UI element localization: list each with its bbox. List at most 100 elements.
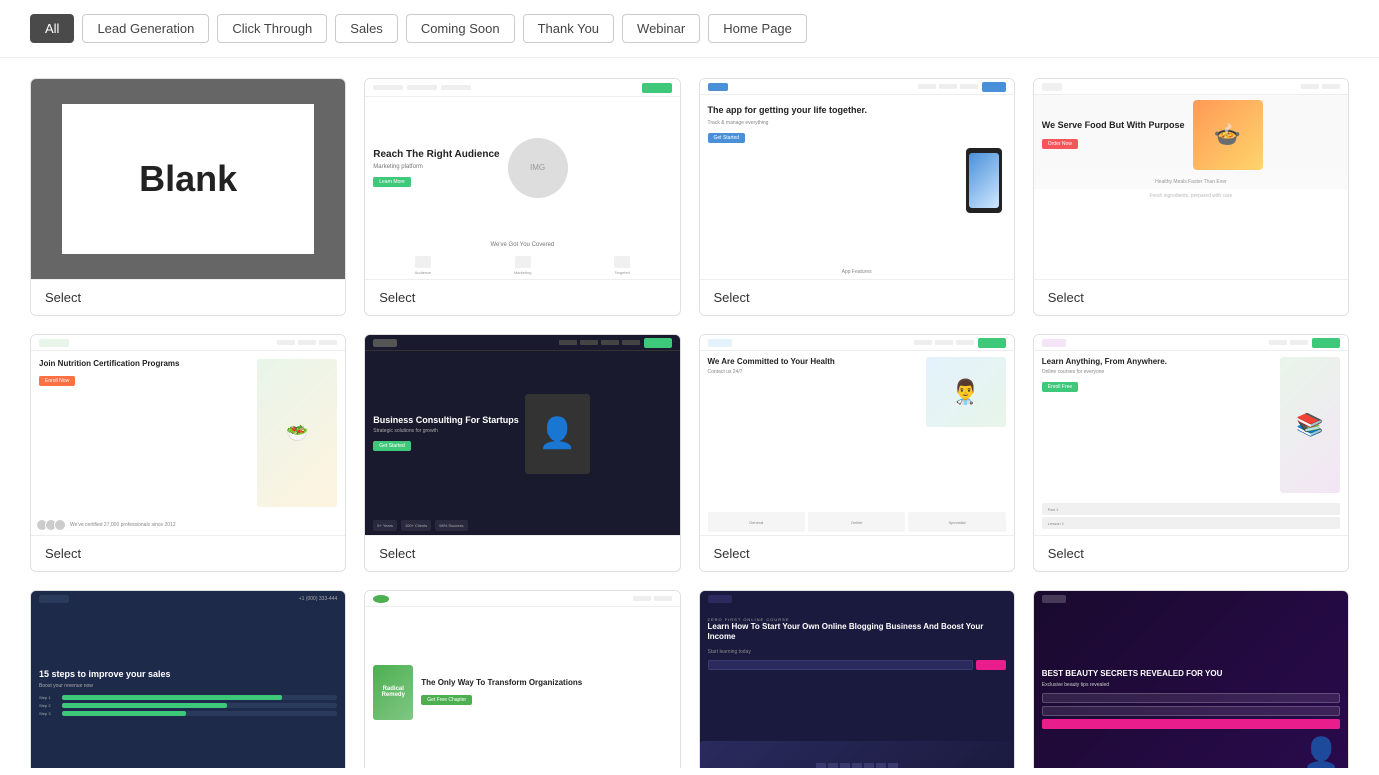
template-preview-5: Business Consulting For Startups Strateg… bbox=[365, 335, 679, 535]
tmpl5-stat2: 100+ Clients bbox=[401, 520, 431, 531]
tmpl10-nav-logo bbox=[708, 595, 732, 603]
tmpl6-sub: Contact us 24/7 bbox=[708, 369, 920, 375]
tmpl4-nav-link3 bbox=[319, 340, 337, 345]
tmpl5-nav-link4 bbox=[622, 340, 640, 345]
tmpl11-nav bbox=[1034, 591, 1348, 607]
template-thumbnail-6: We Are Committed to Your Health Contact … bbox=[700, 335, 1014, 535]
filter-btn-sales[interactable]: Sales bbox=[335, 14, 398, 43]
template-card-reach-audience[interactable]: Reach The Right Audience Marketing platf… bbox=[364, 78, 680, 316]
template-select-2[interactable]: Select bbox=[700, 279, 1014, 315]
template-card-blank[interactable]: Blank Select bbox=[30, 78, 346, 316]
template-card-educ[interactable]: Learn Anything, From Anywhere. Online co… bbox=[1033, 334, 1349, 572]
template-thumbnail-1: Reach The Right Audience Marketing platf… bbox=[365, 79, 679, 279]
tmpl5-heading: Business Consulting For Startups bbox=[373, 415, 519, 427]
template-card-business[interactable]: Business Consulting For Startups Strateg… bbox=[364, 334, 680, 572]
filter-btn-click-through[interactable]: Click Through bbox=[217, 14, 327, 43]
tmpl8-fill2 bbox=[62, 703, 227, 708]
template-card-beauty[interactable]: BEST BEAUTY SECRETS REVEALED FOR YOU Exc… bbox=[1033, 590, 1349, 768]
template-select-5[interactable]: Select bbox=[365, 535, 679, 571]
template-select-1[interactable]: Select bbox=[365, 279, 679, 315]
tmpl2-phone-screen bbox=[969, 153, 999, 208]
tmpl7-sub: Online courses for everyone bbox=[1042, 369, 1274, 375]
tmpl1-icon-2: Marketing bbox=[514, 256, 532, 275]
filter-bar: All Lead Generation Click Through Sales … bbox=[0, 0, 1379, 58]
blank-label: Blank bbox=[139, 158, 237, 200]
tmpl4-avatars bbox=[39, 519, 66, 531]
template-card-app[interactable]: The app for getting your life together. … bbox=[699, 78, 1015, 316]
tmpl2-hero-left: The app for getting your life together. … bbox=[700, 95, 954, 265]
template-select-blank[interactable]: Select bbox=[31, 279, 345, 315]
tmpl7-nav-link2 bbox=[1290, 340, 1308, 345]
tmpl1-nav-cta bbox=[642, 83, 672, 93]
template-card-food[interactable]: We Serve Food But With Purpose Order Now… bbox=[1033, 78, 1349, 316]
template-preview-10: ZERO FIRST ONLINE COURSE Learn How To St… bbox=[700, 591, 1014, 768]
tmpl1-nav bbox=[365, 79, 679, 97]
tmpl3-nav bbox=[1034, 79, 1348, 95]
template-card-radical[interactable]: Radical Remedy The Only Way To Transform… bbox=[364, 590, 680, 768]
tmpl4-nav-logo bbox=[39, 339, 69, 347]
tmpl5-hero-img: 👤 bbox=[525, 394, 590, 474]
tmpl3-sub: Healthy Meals Faster Than Ever bbox=[1034, 175, 1348, 189]
tmpl4-hero-left: Join Nutrition Certification Programs En… bbox=[39, 359, 251, 507]
tmpl3-nav-link2 bbox=[1322, 84, 1340, 89]
tmpl3-nav-link1 bbox=[1301, 84, 1319, 89]
tmpl2-features: App Features bbox=[700, 265, 1014, 279]
tmpl6-nav-link3 bbox=[956, 340, 974, 345]
tmpl11-sub: Exclusive beauty tips revealed bbox=[1042, 682, 1340, 688]
filter-btn-thank-you[interactable]: Thank You bbox=[523, 14, 614, 43]
blank-inner: Blank bbox=[62, 104, 313, 254]
tmpl9-hero: Radical Remedy The Only Way To Transform… bbox=[365, 607, 679, 768]
tmpl11-hero: BEST BEAUTY SECRETS REVEALED FOR YOU Exc… bbox=[1034, 607, 1348, 768]
filter-btn-coming-soon[interactable]: Coming Soon bbox=[406, 14, 515, 43]
tmpl6-hero-right: 👨‍⚕️ bbox=[926, 357, 1006, 503]
tmpl8-nav-logo bbox=[39, 595, 69, 603]
templates-grid-container: Blank Select Reach The bbox=[0, 58, 1379, 768]
template-thumbnail-7: Learn Anything, From Anywhere. Online co… bbox=[1034, 335, 1348, 535]
template-select-6[interactable]: Select bbox=[700, 535, 1014, 571]
tmpl1-sub: Marketing platform bbox=[373, 164, 499, 170]
tmpl9-cta: Get Free Chapter bbox=[421, 695, 472, 705]
tmpl1-icon-1: Audience bbox=[415, 256, 432, 275]
tmpl10-nav bbox=[700, 591, 1014, 607]
tmpl4-av3 bbox=[54, 519, 66, 531]
tmpl1-nav-logo bbox=[373, 85, 403, 90]
tmpl1-nav-link1 bbox=[407, 85, 437, 90]
template-thumbnail-2: The app for getting your life together. … bbox=[700, 79, 1014, 279]
tmpl8-sub: Boost your revenue now bbox=[39, 683, 337, 689]
tmpl5-cta: Get Started bbox=[373, 441, 411, 451]
tmpl4-footer-text: We've certified 27,000 professionals sin… bbox=[70, 522, 176, 528]
tmpl11-input-row bbox=[1042, 693, 1340, 703]
tmpl2-phone bbox=[966, 148, 1002, 213]
tmpl5-hero: Business Consulting For Startups Strateg… bbox=[365, 351, 679, 516]
tmpl7-heading: Learn Anything, From Anywhere. bbox=[1042, 357, 1274, 367]
tmpl2-nav-link1 bbox=[918, 84, 936, 89]
tmpl6-svc3: Specialist bbox=[908, 512, 1005, 532]
tmpl1-icon-3: Targeted bbox=[614, 256, 630, 275]
template-card-medical[interactable]: We Are Committed to Your Health Contact … bbox=[699, 334, 1015, 572]
tmpl7-nav-links bbox=[1269, 340, 1308, 345]
tmpl8-heading: 15 steps to improve your sales bbox=[39, 669, 337, 681]
blank-thumb: Blank bbox=[31, 79, 345, 279]
tmpl5-nav-link2 bbox=[580, 340, 598, 345]
tmpl6-nav bbox=[700, 335, 1014, 351]
template-preview-1: Reach The Right Audience Marketing platf… bbox=[365, 79, 679, 279]
template-select-3[interactable]: Select bbox=[1034, 279, 1348, 315]
filter-btn-all[interactable]: All bbox=[30, 14, 74, 43]
template-thumbnail-9: Radical Remedy The Only Way To Transform… bbox=[365, 591, 679, 768]
template-select-7[interactable]: Select bbox=[1034, 535, 1348, 571]
tmpl7-hero: Learn Anything, From Anywhere. Online co… bbox=[1034, 351, 1348, 499]
template-card-blogging[interactable]: ZERO FIRST ONLINE COURSE Learn How To St… bbox=[699, 590, 1015, 768]
filter-btn-webinar[interactable]: Webinar bbox=[622, 14, 700, 43]
tmpl8-nav-contact: +1 (000) 333-444 bbox=[299, 596, 338, 602]
template-select-4[interactable]: Select bbox=[31, 535, 345, 571]
template-card-nutrition[interactable]: Join Nutrition Certification Programs En… bbox=[30, 334, 346, 572]
filter-btn-home-page[interactable]: Home Page bbox=[708, 14, 807, 43]
filter-btn-lead-generation[interactable]: Lead Generation bbox=[82, 14, 209, 43]
template-card-sales-improve[interactable]: +1 (000) 333-444 15 steps to improve you… bbox=[30, 590, 346, 768]
tmpl1-nav-link2 bbox=[441, 85, 471, 90]
tmpl2-nav-links bbox=[918, 84, 978, 89]
tmpl7-nav bbox=[1034, 335, 1348, 351]
tmpl5-sub: Strategic solutions for growth bbox=[373, 428, 519, 434]
tmpl8-bars: Step 1 Step 2 Step 3 bbox=[39, 695, 337, 716]
tmpl10-keyboard-img bbox=[700, 741, 1014, 768]
